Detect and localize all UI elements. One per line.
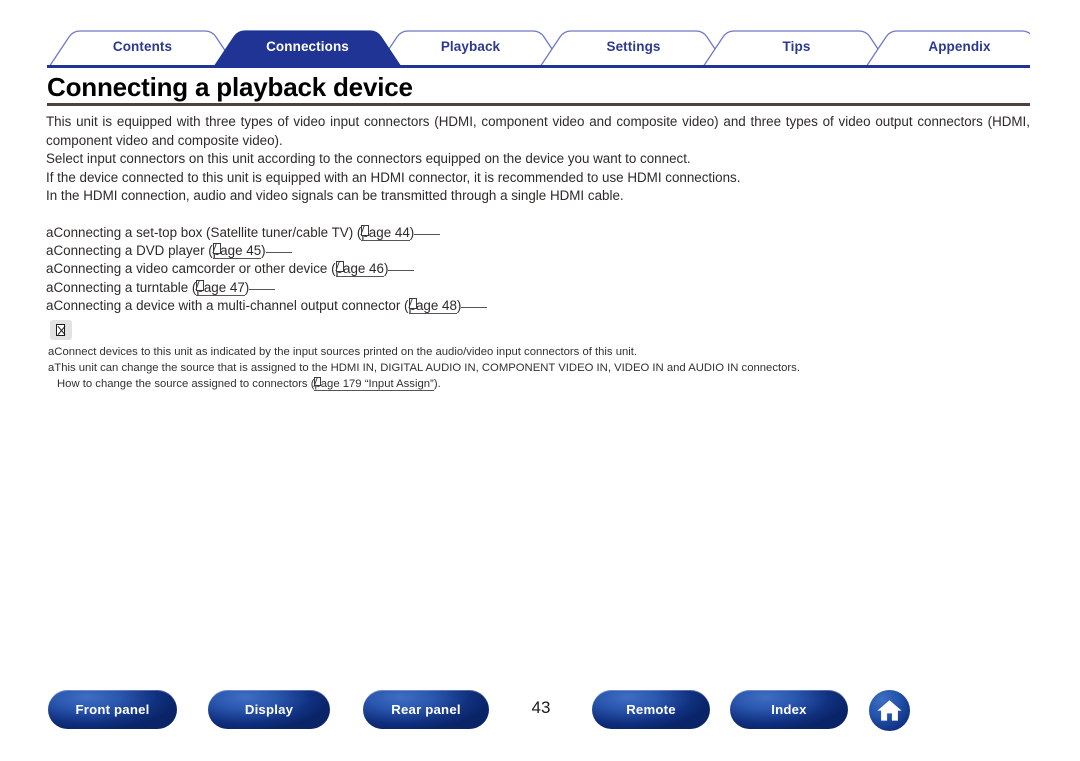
tab-bar: Contents Connections Playback Settings T… xyxy=(47,27,1031,68)
title-divider xyxy=(47,103,1030,106)
list-item-close: ) xyxy=(409,225,415,240)
front-panel-button[interactable]: Front panel xyxy=(48,690,177,729)
tab-settings[interactable]: Settings xyxy=(562,39,705,54)
jump-arrow-icon xyxy=(361,225,370,236)
missing-glyph-icon xyxy=(56,324,65,336)
page-reference-link[interactable]: page 44 xyxy=(361,224,410,242)
page-number: 43 xyxy=(531,698,551,717)
tab-connections[interactable]: Connections xyxy=(236,39,379,54)
list-item-label: Connecting a video camcorder or other de… xyxy=(53,261,336,277)
tab-appendix[interactable]: Appendix xyxy=(888,39,1031,54)
list-item-close: ) xyxy=(383,261,389,277)
page-reference-text: page 179 “Input Assign” xyxy=(314,378,434,391)
list-item-label: Connecting a device with a multi-channel… xyxy=(53,297,409,313)
page-title: Connecting a playback device xyxy=(47,72,413,102)
remote-button[interactable]: Remote xyxy=(592,690,710,729)
rear-panel-button[interactable]: Rear panel xyxy=(363,690,489,729)
note-icon xyxy=(50,320,72,340)
notes-block: aConnect devices to this unit as indicat… xyxy=(48,344,1032,392)
jump-arrow-icon xyxy=(196,279,205,291)
intro-paragraph-4: In the HDMI connection, audio and video … xyxy=(46,188,624,204)
list-item[interactable]: aConnecting a DVD player (page 45) xyxy=(46,242,1030,260)
list-item-close: ) xyxy=(261,243,266,259)
page-reference-link[interactable]: page 45 xyxy=(212,242,262,260)
link-underline-tail xyxy=(265,252,292,254)
home-button[interactable] xyxy=(869,690,910,731)
home-icon xyxy=(877,700,902,721)
list-item[interactable]: aConnecting a video camcorder or other d… xyxy=(46,260,1030,278)
intro-paragraph-1: This unit is equipped with three types o… xyxy=(46,114,1030,148)
page-reference-link[interactable]: page 179 “Input Assign” xyxy=(314,376,434,392)
page-reference-link[interactable]: page 47 xyxy=(196,279,245,297)
link-underline-tail xyxy=(388,270,415,272)
intro-paragraph-2: Select input connectors on this unit acc… xyxy=(46,151,691,167)
note-subitem-close: ). xyxy=(433,378,441,390)
note-item: aConnect devices to this unit as indicat… xyxy=(48,344,1032,360)
tab-playback[interactable]: Playback xyxy=(399,39,542,54)
jump-arrow-icon xyxy=(212,243,221,255)
jump-arrow-icon xyxy=(408,297,417,309)
tab-contents[interactable]: Contents xyxy=(71,39,214,54)
list-item-label: Connecting a set-top box (Satellite tune… xyxy=(53,225,362,240)
list-item[interactable]: aConnecting a turntable (page 47) xyxy=(46,279,1030,297)
link-underline-tail xyxy=(461,306,488,308)
list-item-label: Connecting a turntable ( xyxy=(53,279,197,295)
list-item-label: Connecting a DVD player ( xyxy=(53,243,213,259)
list-item[interactable]: aConnecting a device with a multi-channe… xyxy=(46,297,1030,315)
list-item[interactable]: aConnecting a set-top box (Satellite tun… xyxy=(46,224,1030,242)
tab-bar-underline xyxy=(47,65,1030,68)
jump-arrow-icon xyxy=(314,377,322,386)
page-reference-link[interactable]: page 46 xyxy=(335,260,384,278)
related-links-list: aConnecting a set-top box (Satellite tun… xyxy=(46,224,1030,315)
jump-arrow-icon xyxy=(335,261,344,273)
display-button[interactable]: Display xyxy=(208,690,330,729)
list-item-close: ) xyxy=(244,279,250,295)
link-underline-tail xyxy=(249,288,276,290)
intro-text: This unit is equipped with three types o… xyxy=(46,113,1030,206)
note-text: Connect devices to this unit as indicate… xyxy=(54,346,638,358)
note-subitem[interactable]: How to change the source assigned to con… xyxy=(48,376,1032,392)
note-item: aThis unit can change the source that is… xyxy=(48,360,1032,376)
index-button[interactable]: Index xyxy=(730,690,848,729)
tab-tips[interactable]: Tips xyxy=(725,39,868,54)
note-text: This unit can change the source that is … xyxy=(54,362,800,374)
page-reference-link[interactable]: page 48 xyxy=(408,297,457,315)
intro-paragraph-3: If the device connected to this unit is … xyxy=(46,169,741,185)
link-underline-tail xyxy=(414,234,441,235)
footer-nav: Front panel Display Rear panel 43 Remote… xyxy=(0,690,1080,732)
list-item-close: ) xyxy=(456,297,462,313)
note-subitem-prefix: How to change the source assigned to con… xyxy=(57,378,315,390)
